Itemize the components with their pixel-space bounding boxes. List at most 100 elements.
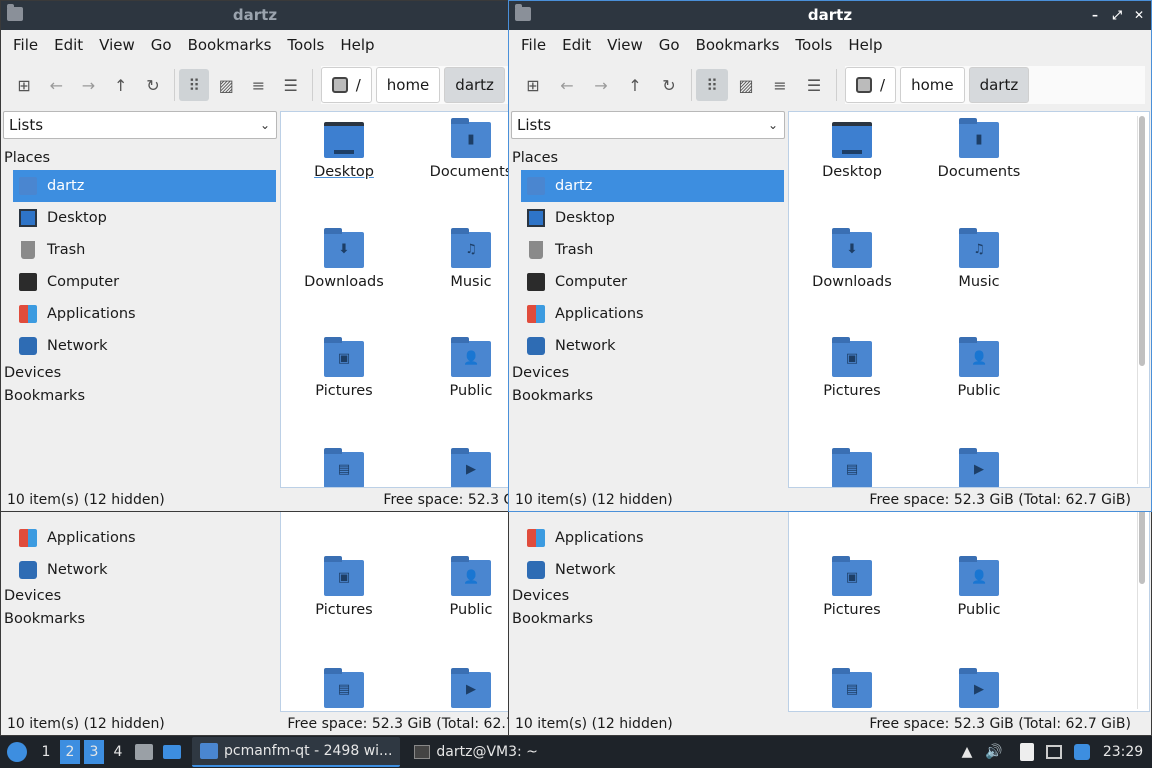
scrollbar-thumb[interactable] <box>1139 116 1145 366</box>
up-icon[interactable]: ↑ <box>106 69 136 101</box>
bookmarks-header[interactable]: Bookmarks <box>4 611 85 627</box>
menu-help[interactable]: Help <box>332 36 382 54</box>
sidebar-item-applications[interactable]: Applications <box>13 522 276 554</box>
scrollbar-thumb[interactable] <box>1139 504 1145 584</box>
sidebar-item-computer[interactable]: Computer <box>521 266 784 298</box>
sidebar-item-network[interactable]: Network <box>13 330 276 362</box>
clock[interactable]: 23:29 <box>1098 738 1148 766</box>
file-public[interactable]: 👤 Public <box>919 556 1039 618</box>
file-desktop[interactable]: Desktop <box>284 122 404 180</box>
path-home[interactable]: home <box>375 67 441 103</box>
forward-icon[interactable]: → <box>585 69 617 101</box>
menu-edit[interactable]: Edit <box>46 36 91 54</box>
title-bar[interactable]: dartz – ⤢ ✕ <box>509 1 1151 30</box>
sidebar-item-desktop[interactable]: Desktop <box>13 202 276 234</box>
bookmarks-header[interactable]: Bookmarks <box>512 388 593 404</box>
sidebar-item-dartz[interactable]: dartz <box>13 170 276 202</box>
devices-header[interactable]: Devices <box>4 588 61 604</box>
file-pictures[interactable]: ▣ Pictures <box>792 556 912 618</box>
sidebar-item-trash[interactable]: Trash <box>521 234 784 266</box>
update-notifier-icon[interactable] <box>1070 738 1094 766</box>
file-music[interactable]: ♫ Music <box>411 228 509 290</box>
menu-edit[interactable]: Edit <box>554 36 599 54</box>
sidebar-item-network[interactable]: Network <box>521 554 784 586</box>
file-view[interactable]: ▣ Pictures 👤 Public ▤ ▶ <box>280 501 509 712</box>
file-public[interactable]: 👤 Public <box>919 337 1039 399</box>
task-terminal[interactable]: dartz@VM3: ~ <box>406 737 546 767</box>
file-music[interactable]: ♫ Music <box>919 228 1039 290</box>
file-templates[interactable]: ▤ <box>792 448 912 487</box>
file-pictures[interactable]: ▣ Pictures <box>284 556 404 618</box>
places-header[interactable]: Places <box>4 150 50 166</box>
file-documents[interactable]: ▮ Documents <box>411 118 509 180</box>
menu-bookmarks[interactable]: Bookmarks <box>180 36 280 54</box>
menu-view[interactable]: View <box>91 36 143 54</box>
thumbnail-view-icon[interactable]: ▨ <box>211 69 241 101</box>
devices-header[interactable]: Devices <box>4 365 61 381</box>
sidebar-item-applications[interactable]: Applications <box>521 298 784 330</box>
back-icon[interactable]: ← <box>41 69 71 101</box>
menu-go[interactable]: Go <box>651 36 688 54</box>
path-root[interactable]: / <box>845 67 897 103</box>
sidebar-item-trash[interactable]: Trash <box>13 234 276 266</box>
path-dartz[interactable]: dartz <box>444 67 505 103</box>
file-view[interactable]: Desktop ▮ Documents ⬇ Downloads ♫ Music ▣ Pi… <box>280 111 509 488</box>
icon-view-icon[interactable]: ⠿ <box>178 69 210 101</box>
file-downloads[interactable]: ⬇ Downloads <box>284 228 404 290</box>
file-videos[interactable]: ▶ <box>411 448 509 487</box>
path-root[interactable]: / <box>320 67 372 103</box>
back-icon[interactable]: ← <box>551 69 583 101</box>
file-manager-launcher-icon[interactable] <box>132 738 156 766</box>
menu-file[interactable]: File <box>513 36 554 54</box>
bookmarks-header[interactable]: Bookmarks <box>4 388 85 404</box>
file-videos[interactable]: ▶ <box>411 668 509 711</box>
file-public[interactable]: 👤 Public <box>411 556 509 618</box>
sidebar-item-network[interactable]: Network <box>13 554 276 586</box>
side-pane-mode-select[interactable]: Lists ⌄ <box>511 111 785 139</box>
menu-help[interactable]: Help <box>840 36 890 54</box>
sidebar-item-dartz[interactable]: dartz <box>521 170 784 202</box>
workspace-2[interactable]: 2 <box>60 740 80 764</box>
workspace-4[interactable]: 4 <box>108 740 128 764</box>
thumbnail-view-icon[interactable]: ▨ <box>730 69 762 101</box>
file-templates[interactable]: ▤ <box>284 668 404 711</box>
file-pictures[interactable]: ▣ Pictures <box>284 337 404 399</box>
start-menu-icon[interactable] <box>2 738 32 766</box>
devices-header[interactable]: Devices <box>512 588 569 604</box>
volume-icon[interactable]: 🔊 <box>982 738 1006 766</box>
title-bar[interactable]: dartz <box>1 1 509 30</box>
sidebar-item-network[interactable]: Network <box>521 330 784 362</box>
menu-view[interactable]: View <box>599 36 651 54</box>
up-icon[interactable]: ↑ <box>619 69 651 101</box>
path-home[interactable]: home <box>900 67 965 103</box>
file-documents[interactable]: ▮ Documents <box>919 118 1039 180</box>
menu-tools[interactable]: Tools <box>787 36 840 54</box>
workspace-1[interactable]: 1 <box>36 740 56 764</box>
file-desktop[interactable]: Desktop <box>792 122 912 180</box>
bookmarks-header[interactable]: Bookmarks <box>512 611 593 627</box>
clipboard-icon[interactable] <box>1016 738 1038 766</box>
scrollbar[interactable] <box>1137 504 1145 709</box>
close-icon[interactable]: ✕ <box>1133 1 1145 30</box>
menu-bookmarks[interactable]: Bookmarks <box>688 36 788 54</box>
new-tab-icon[interactable]: ⊞ <box>9 69 39 101</box>
sidebar-item-applications[interactable]: Applications <box>13 298 276 330</box>
maximize-icon[interactable]: ⤢ <box>1111 1 1123 30</box>
minimize-icon[interactable]: – <box>1089 1 1101 30</box>
file-videos[interactable]: ▶ <box>919 448 1039 487</box>
menu-file[interactable]: File <box>5 36 46 54</box>
file-view[interactable]: ▣ Pictures 👤 Public ▤ ▶ <box>788 501 1150 712</box>
compact-view-icon[interactable]: ≡ <box>764 69 796 101</box>
places-header[interactable]: Places <box>512 150 558 166</box>
sidebar-item-desktop[interactable]: Desktop <box>521 202 784 234</box>
tray-arrow-icon[interactable]: ▲ <box>956 738 978 766</box>
file-downloads[interactable]: ⬇ Downloads <box>792 228 912 290</box>
task-pcmanfm[interactable]: pcmanfm-qt - 2498 wi... <box>192 737 401 767</box>
forward-icon[interactable]: → <box>73 69 103 101</box>
side-pane-mode-select[interactable]: Lists ⌄ <box>3 111 277 139</box>
workspace-3[interactable]: 3 <box>84 740 104 764</box>
menu-go[interactable]: Go <box>143 36 180 54</box>
reload-icon[interactable]: ↻ <box>653 69 685 101</box>
menu-tools[interactable]: Tools <box>279 36 332 54</box>
file-templates[interactable]: ▤ <box>284 448 404 487</box>
